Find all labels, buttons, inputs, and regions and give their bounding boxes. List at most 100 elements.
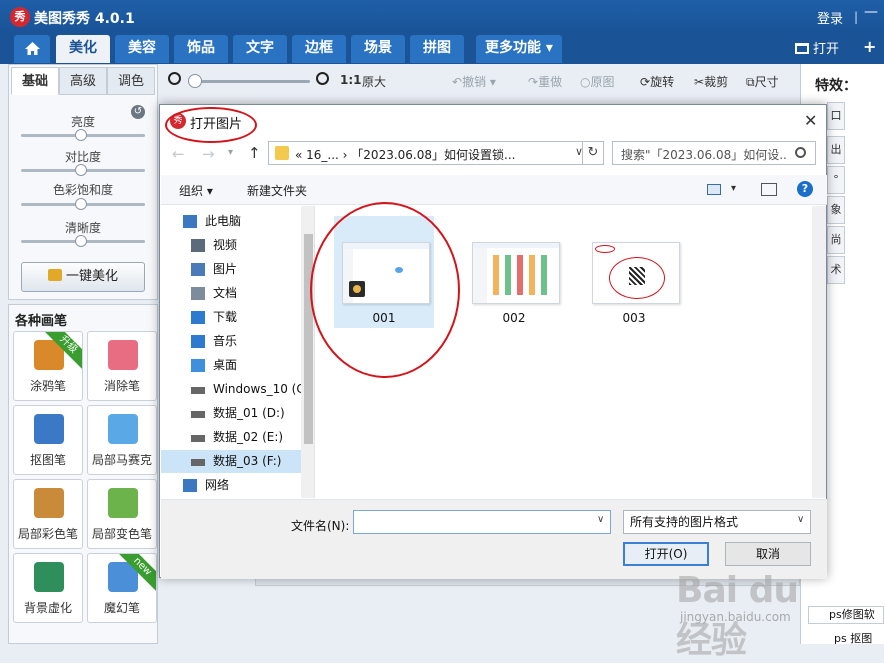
- file-scrollbar[interactable]: [812, 206, 826, 498]
- nav-item[interactable]: 数据_03 (F:): [161, 450, 301, 473]
- chevron-down-icon[interactable]: ∨: [597, 514, 604, 525]
- brush-tool-4[interactable]: 局部马赛克: [87, 405, 157, 475]
- slider-handle-sharpness[interactable]: [75, 235, 87, 247]
- file-item[interactable]: 003: [584, 216, 684, 328]
- slider-label-saturation: 色彩饱和度: [52, 183, 113, 197]
- address-bar[interactable]: « 16_... › 「2023.06.08」如何设置锁... ∨: [268, 141, 594, 165]
- address-path: « 16_... › 「2023.06.08」如何设置锁...: [295, 148, 516, 162]
- redo-icon: ↷: [528, 75, 539, 89]
- tab-color-grading[interactable]: 调色: [107, 67, 155, 95]
- refresh-icon[interactable]: ↻: [582, 141, 604, 165]
- nav-item-label: 数据_02 (E:): [213, 430, 284, 444]
- one-click-beautify-button[interactable]: 一键美化: [21, 262, 145, 292]
- open-file-button[interactable]: 打开: [795, 38, 839, 57]
- nav-item[interactable]: 音乐: [161, 330, 301, 353]
- nav-item[interactable]: 网络: [161, 474, 301, 497]
- minimize-button[interactable]: —: [864, 4, 878, 20]
- annotation-circle-title: [165, 107, 257, 143]
- brush-tool-5[interactable]: 局部彩色笔: [13, 479, 83, 549]
- filetype-select[interactable]: 所有支持的图片格式: [623, 510, 811, 534]
- brush-tool-2[interactable]: 消除笔: [87, 331, 157, 401]
- effects-category-4[interactable]: 象: [827, 196, 845, 224]
- effects-category-5[interactable]: 尚: [827, 226, 845, 254]
- nav-item[interactable]: 数据_02 (E:): [161, 426, 301, 449]
- nav-scrollbar-thumb[interactable]: [304, 234, 313, 444]
- slider-handle-contrast[interactable]: [75, 164, 87, 176]
- back-arrow-icon[interactable]: ←: [172, 145, 185, 163]
- tab-face[interactable]: 美容: [115, 35, 169, 63]
- tab-beautify[interactable]: 美化: [56, 35, 110, 63]
- slider-handle-saturation[interactable]: [75, 198, 87, 210]
- tab-basic[interactable]: 基础: [11, 67, 59, 95]
- tab-text[interactable]: 文字: [233, 35, 287, 63]
- folder-open-icon: [795, 43, 809, 54]
- brush-tool-label: 抠图笔: [29, 453, 66, 467]
- nav-item-label: Windows_10 (C: [213, 382, 305, 396]
- rotate-button[interactable]: ⟳旋转: [640, 73, 674, 90]
- search-input[interactable]: 搜索"「2023.06.08」如何设...: [612, 141, 816, 165]
- recent-locations-icon[interactable]: ▾: [228, 147, 233, 158]
- forward-arrow-icon[interactable]: →: [202, 145, 215, 163]
- slider-handle-brightness[interactable]: [75, 129, 87, 141]
- tab-scene[interactable]: 场景: [351, 35, 405, 63]
- zoom-slider[interactable]: [190, 80, 310, 83]
- new-file-button[interactable]: +: [863, 37, 876, 56]
- view-dropdown-icon[interactable]: ▾: [731, 183, 736, 194]
- preview-pane-icon[interactable]: [761, 183, 777, 196]
- resize-button[interactable]: ⧉尺寸: [746, 73, 779, 90]
- original-image-button[interactable]: ○原图: [580, 73, 615, 90]
- zoom-slider-handle[interactable]: [188, 74, 202, 88]
- chevron-down-icon[interactable]: ∨: [797, 514, 804, 525]
- brush-tool-1[interactable]: 涂鸦笔 升级: [13, 331, 83, 401]
- nav-item[interactable]: 图片: [161, 258, 301, 281]
- cancel-button[interactable]: 取消: [725, 542, 811, 566]
- nav-item[interactable]: 文档: [161, 282, 301, 305]
- app-title: 美图秀秀 4.0.1: [34, 11, 135, 27]
- help-icon[interactable]: ?: [797, 181, 813, 197]
- title-bar: 秀 美图秀秀 4.0.1 登录 | —: [0, 0, 884, 34]
- zoom-out-icon[interactable]: [168, 72, 181, 85]
- nav-item[interactable]: 此电脑: [161, 210, 301, 233]
- brush-tool-8[interactable]: 魔幻笔 new: [87, 553, 157, 623]
- tab-frame[interactable]: 边框: [292, 35, 346, 63]
- effects-category-2[interactable]: 出: [827, 136, 845, 164]
- one-click-beautify-label: 一键美化: [65, 269, 118, 284]
- redo-button[interactable]: ↷重做: [528, 73, 562, 90]
- zoom-in-icon[interactable]: [316, 72, 329, 85]
- undo-button[interactable]: ↶撤销 ▾: [452, 73, 496, 90]
- filename-input[interactable]: [353, 510, 611, 534]
- tab-accessories[interactable]: 饰品: [174, 35, 228, 63]
- nav-item[interactable]: 桌面: [161, 354, 301, 377]
- home-icon: [25, 42, 40, 55]
- nav-item[interactable]: 数据_01 (D:): [161, 402, 301, 425]
- close-icon[interactable]: ✕: [804, 111, 817, 130]
- original-size-button[interactable]: 原大: [362, 73, 386, 90]
- effects-category-3[interactable]: °: [827, 166, 845, 194]
- brush-tool-3[interactable]: 抠图笔: [13, 405, 83, 475]
- home-button[interactable]: [14, 35, 50, 63]
- effects-category-6[interactable]: 术: [827, 256, 845, 284]
- rotate-label: 旋转: [650, 75, 675, 89]
- nav-item[interactable]: 视频: [161, 234, 301, 257]
- new-folder-button[interactable]: 新建文件夹: [247, 182, 307, 199]
- file-list: 001 002 003: [310, 202, 812, 498]
- login-link[interactable]: 登录: [817, 8, 843, 27]
- file-item[interactable]: 002: [464, 216, 564, 328]
- tab-collage[interactable]: 拼图: [410, 35, 464, 63]
- organize-button[interactable]: 组织 ▾: [179, 182, 213, 199]
- tab-more-features[interactable]: 更多功能 ▾: [476, 35, 562, 63]
- view-mode-icon[interactable]: [707, 184, 721, 195]
- brush-tool-label: 涂鸦笔: [29, 379, 66, 393]
- nav-item[interactable]: 下载: [161, 306, 301, 329]
- drive-icon: [191, 459, 205, 466]
- effects-category-1[interactable]: 口: [827, 102, 845, 130]
- nav-item-label: 视频: [213, 238, 238, 252]
- nav-item[interactable]: Windows_10 (C: [161, 378, 305, 401]
- open-button[interactable]: 打开(O): [623, 542, 709, 566]
- original-image-label: 原图: [590, 75, 615, 89]
- tab-advanced[interactable]: 高级: [59, 67, 107, 95]
- brush-tool-6[interactable]: 局部变色笔: [87, 479, 157, 549]
- up-arrow-icon[interactable]: ↑: [248, 144, 261, 162]
- brush-tool-7[interactable]: 背景虚化: [13, 553, 83, 623]
- crop-button[interactable]: ✂裁剪: [694, 73, 728, 90]
